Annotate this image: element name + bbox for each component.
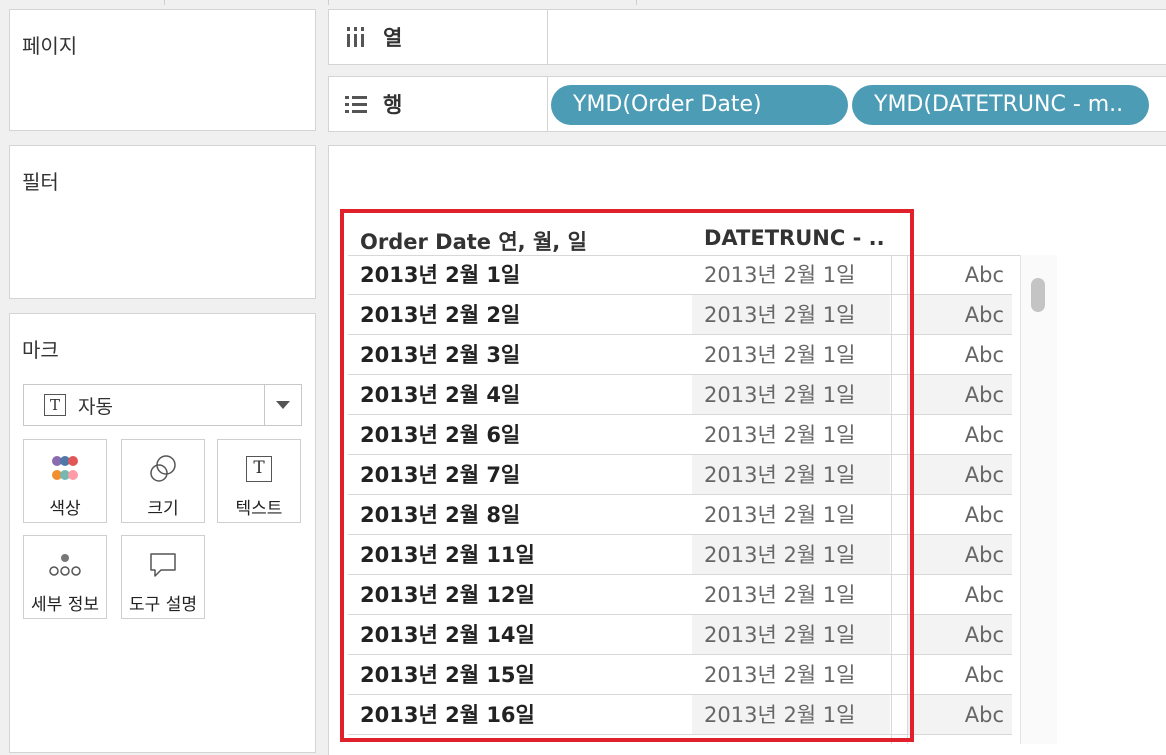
tooltip-button[interactable]: 도구 설명 bbox=[121, 535, 205, 619]
toolbar-divider bbox=[636, 0, 637, 5]
rows-shelf-label: 행 bbox=[383, 93, 403, 117]
text-mark-cell: Abc bbox=[964, 263, 1004, 287]
text-mark-cell: Abc bbox=[908, 615, 1012, 655]
text-mark-cell: Abc bbox=[964, 663, 1004, 687]
columns-shelf[interactable]: 열 bbox=[328, 9, 1166, 65]
text-icon: T bbox=[218, 454, 300, 484]
size-button-label: 크기 bbox=[147, 499, 179, 519]
row-pill-order-date[interactable]: YMD(Order Date) bbox=[551, 85, 848, 125]
toolbar-divider bbox=[328, 0, 329, 5]
pages-card[interactable]: 페이지 bbox=[9, 9, 316, 131]
text-mark-cell: Abc bbox=[908, 535, 1012, 575]
tooltip-button-label: 도구 설명 bbox=[129, 595, 197, 615]
rows-icon bbox=[343, 91, 369, 117]
highlight-box bbox=[340, 209, 914, 742]
color-button[interactable]: 색상 bbox=[23, 439, 107, 523]
marks-card-title: 마크 bbox=[22, 338, 59, 362]
columns-shelf-label: 열 bbox=[383, 26, 403, 50]
dropdown-arrow-button[interactable] bbox=[264, 385, 301, 425]
text-mark-cell: Abc bbox=[964, 423, 1004, 447]
detail-button-label: 세부 정보 bbox=[31, 595, 99, 615]
rows-shelf-header: 행 bbox=[329, 77, 548, 131]
scrollbar-thumb[interactable] bbox=[1031, 278, 1045, 312]
mark-type-label: 자동 bbox=[78, 395, 113, 418]
text-mark-icon: T bbox=[44, 394, 66, 416]
marks-card: 마크 T 자동 색상 크기 T 텍스트 세부 정보 도구 설명 bbox=[9, 313, 316, 753]
text-mark-cell: Abc bbox=[908, 455, 1012, 495]
size-icon bbox=[122, 454, 204, 484]
rows-shelf[interactable]: 행 YMD(Order Date) YMD(DATETRUNC - m.. bbox=[328, 76, 1166, 132]
text-mark-cell: Abc bbox=[964, 503, 1004, 527]
text-mark-cell: Abc bbox=[964, 583, 1004, 607]
text-mark-cell: Abc bbox=[908, 375, 1012, 415]
text-button-label: 텍스트 bbox=[235, 499, 283, 519]
size-button[interactable]: 크기 bbox=[121, 439, 205, 523]
columns-icon bbox=[343, 24, 369, 50]
color-button-label: 색상 bbox=[49, 499, 81, 519]
toolbar-divider bbox=[164, 0, 165, 5]
detail-icon bbox=[24, 550, 106, 580]
detail-button[interactable]: 세부 정보 bbox=[23, 535, 107, 619]
columns-shelf-header: 열 bbox=[329, 10, 548, 64]
color-icon bbox=[24, 454, 106, 484]
chevron-down-icon bbox=[276, 401, 290, 409]
filters-card[interactable]: 필터 bbox=[9, 145, 316, 299]
filters-card-title: 필터 bbox=[22, 170, 59, 194]
pages-card-title: 페이지 bbox=[22, 34, 78, 58]
text-mark-cell: Abc bbox=[964, 343, 1004, 367]
text-button[interactable]: T 텍스트 bbox=[217, 439, 301, 523]
tooltip-icon bbox=[122, 550, 204, 580]
text-mark-cell: Abc bbox=[908, 695, 1012, 735]
vertical-scrollbar[interactable] bbox=[1020, 255, 1057, 744]
mark-type-dropdown[interactable]: T 자동 bbox=[23, 384, 302, 426]
row-pill-datetrunc[interactable]: YMD(DATETRUNC - m.. bbox=[852, 85, 1149, 125]
text-mark-cell: Abc bbox=[908, 295, 1012, 335]
